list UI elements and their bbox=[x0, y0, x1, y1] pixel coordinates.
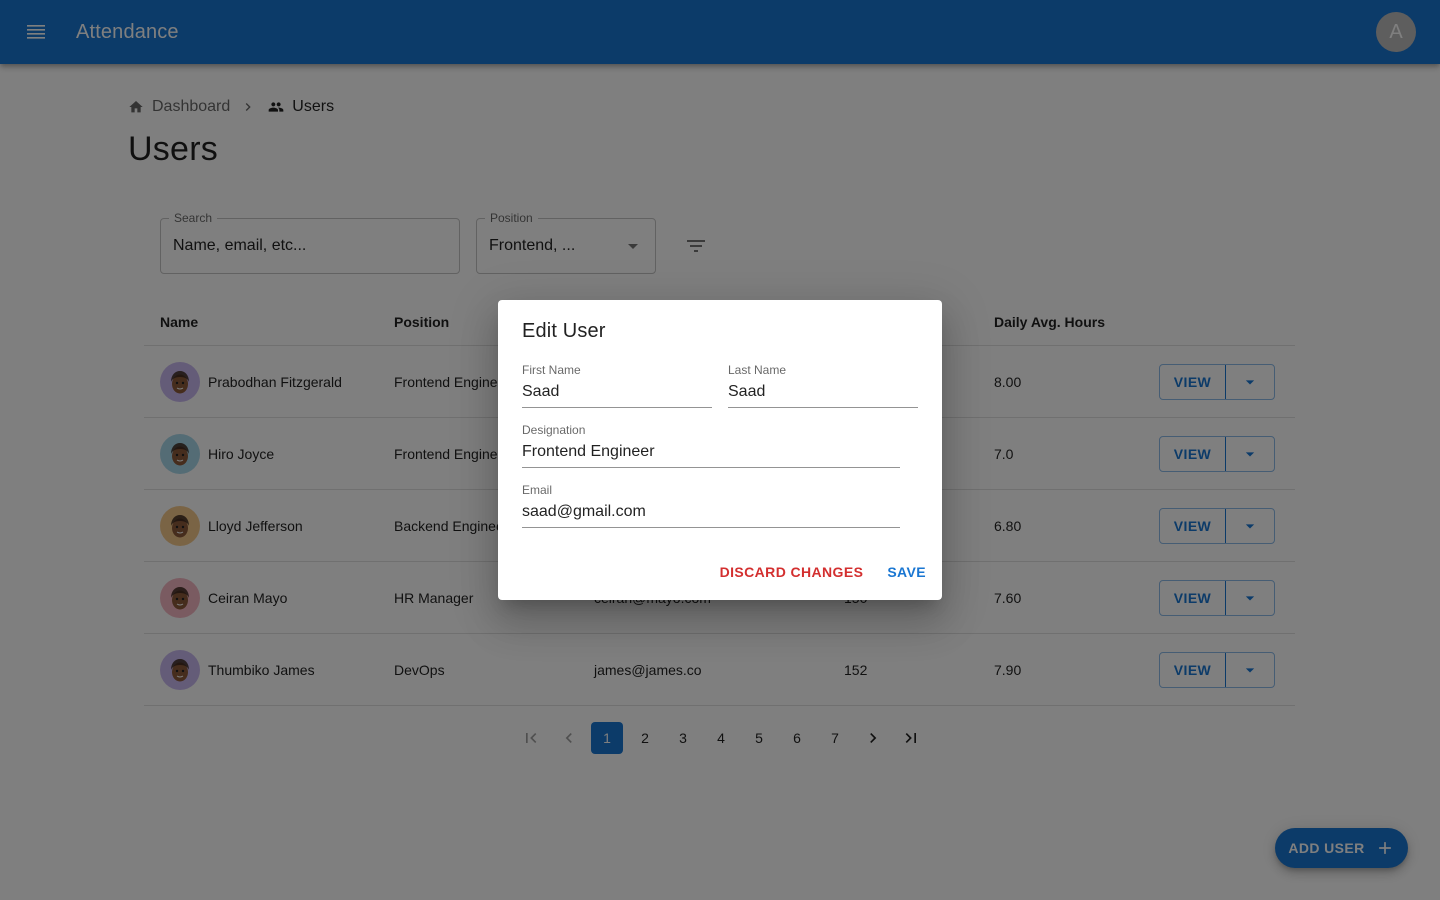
designation-label: Designation bbox=[522, 423, 586, 437]
last-name-field: Last Name bbox=[728, 362, 918, 408]
save-button[interactable]: SAVE bbox=[879, 558, 934, 586]
designation-input[interactable] bbox=[522, 438, 900, 468]
edit-user-dialog: Edit User First Name Last Name Designati… bbox=[498, 300, 942, 600]
email-input[interactable] bbox=[522, 498, 900, 528]
dialog-actions: DISCARD CHANGES SAVE bbox=[712, 558, 934, 586]
last-name-label: Last Name bbox=[728, 363, 787, 377]
first-name-input[interactable] bbox=[522, 378, 712, 408]
first-name-field: First Name bbox=[522, 362, 712, 408]
email-label: Email bbox=[522, 483, 553, 497]
designation-field: Designation bbox=[522, 422, 900, 468]
discard-changes-button[interactable]: DISCARD CHANGES bbox=[712, 558, 872, 586]
last-name-input[interactable] bbox=[728, 378, 918, 408]
dialog-title: Edit User bbox=[522, 320, 606, 342]
email-field: Email bbox=[522, 482, 900, 528]
first-name-label: First Name bbox=[522, 363, 581, 377]
